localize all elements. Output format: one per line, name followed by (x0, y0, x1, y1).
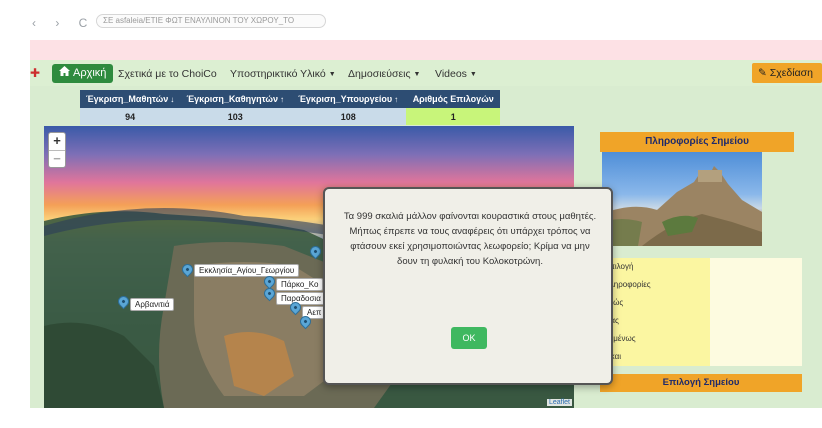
nav-publications[interactable]: Δημοσιεύσεις ▼ (348, 68, 420, 80)
nav-videos[interactable]: Videos ▼ (435, 68, 477, 80)
nav-about[interactable]: Σχετικά με το ChoiCo (118, 68, 217, 80)
info-row: τωμένως (600, 330, 802, 348)
address-bar[interactable]: ΣΕ asfaleia/ΕΤΙΕ ΦΩΤ ΕΝΑΥΛΙΝΟΝ ΤΟΥ ΧΩΡΟΥ… (96, 14, 326, 28)
top-banner (30, 40, 822, 60)
address-text: ΣΕ asfaleia/ΕΤΙΕ ΦΩΤ ΕΝΑΥΛΙΝΟΝ ΤΟΥ ΧΩΡΟΥ… (103, 16, 295, 25)
marker-label: Εκκλησία_Αγίου_Γεωργίου (194, 264, 300, 277)
header-choices-count: Αριθμός Επιλογών (406, 90, 501, 108)
header-student-approval[interactable]: Έγκριση_Μαθητών ↓ (80, 90, 181, 108)
stats-table: Έγκριση_Μαθητών ↓ Έγκριση_Καθηγητών ↑ Έγκρ… (80, 90, 501, 125)
dialog-message: Τα 999 σκαλιά μάλλον φαίνονται κουραστικ… (343, 211, 597, 267)
sort-down-icon: ↓ (170, 95, 175, 104)
zoom-in-button[interactable]: + (49, 133, 65, 150)
info-row: Πληροφορίες (600, 276, 802, 294)
caret-down-icon: ▼ (413, 71, 421, 78)
caret-down-icon: ▼ (469, 71, 477, 78)
info-row: Επιλογή (600, 258, 802, 276)
ministry-approval-value: 108 (290, 108, 407, 125)
home-button[interactable]: Αρχική (52, 64, 114, 83)
design-button[interactable]: ✎ Σχεδίαση (752, 63, 822, 83)
castle-image (602, 166, 762, 246)
zoom-out-button[interactable]: − (49, 150, 65, 167)
message-dialog: Τα 999 σκαλιά μάλλον φαίνονται κουραστικ… (323, 187, 613, 385)
choices-count-value: 1 (406, 108, 501, 125)
header-teacher-approval[interactable]: Έγκριση_Καθηγητών ↑ (180, 90, 291, 108)
select-point-button[interactable]: Επιλογή Σημείου (600, 374, 802, 392)
design-label: Σχεδίαση (769, 67, 813, 79)
map-attribution[interactable]: Leaflet (546, 399, 572, 406)
flag-icon[interactable]: ✚ (30, 67, 40, 79)
zoom-control: + − (48, 132, 66, 168)
info-row: αθώς (600, 294, 802, 312)
browser-nav-icons[interactable]: ‹ › C (32, 16, 95, 30)
teacher-approval-value: 103 (180, 108, 291, 125)
info-row: ή και (600, 348, 802, 366)
info-row: αιας (600, 312, 802, 330)
sort-up-icon: ↑ (279, 95, 284, 104)
browser-toolbar: ‹ › C ΣΕ asfaleia/ΕΤΙΕ ΦΩΤ ΕΝΑΥΛΙΝΟΝ ΤΟΥ… (0, 0, 822, 40)
ok-button[interactable]: OK (451, 327, 487, 349)
marker-label: Παραδοσια (276, 292, 326, 305)
main-navbar: ✚ Αρχική Σχετικά με το ChoiCo Υποστηρικτ… (30, 60, 822, 86)
marker-label: Αρβανιτιά (130, 298, 175, 311)
point-info-header: Πληροφορίες Σημείου (600, 132, 794, 152)
point-info-rows: Επιλογή Πληροφορίες αθώς αιας τωμένως ή … (600, 258, 802, 366)
home-icon (59, 64, 70, 83)
edit-icon: ✎ (758, 67, 767, 79)
sort-up-icon: ↑ (394, 95, 399, 104)
marker-label: Πάρκο_Κο (276, 278, 324, 291)
home-label: Αρχική (73, 67, 107, 79)
caret-down-icon: ▼ (328, 71, 336, 78)
page-bottom (0, 408, 822, 428)
nav-support-material[interactable]: Υποστηρικτικό Υλικό ▼ (230, 68, 336, 80)
point-photo (602, 152, 762, 246)
student-approval-value: 94 (80, 108, 181, 125)
header-ministry-approval[interactable]: Έγκριση_Υπουργείου ↑ (290, 90, 407, 108)
